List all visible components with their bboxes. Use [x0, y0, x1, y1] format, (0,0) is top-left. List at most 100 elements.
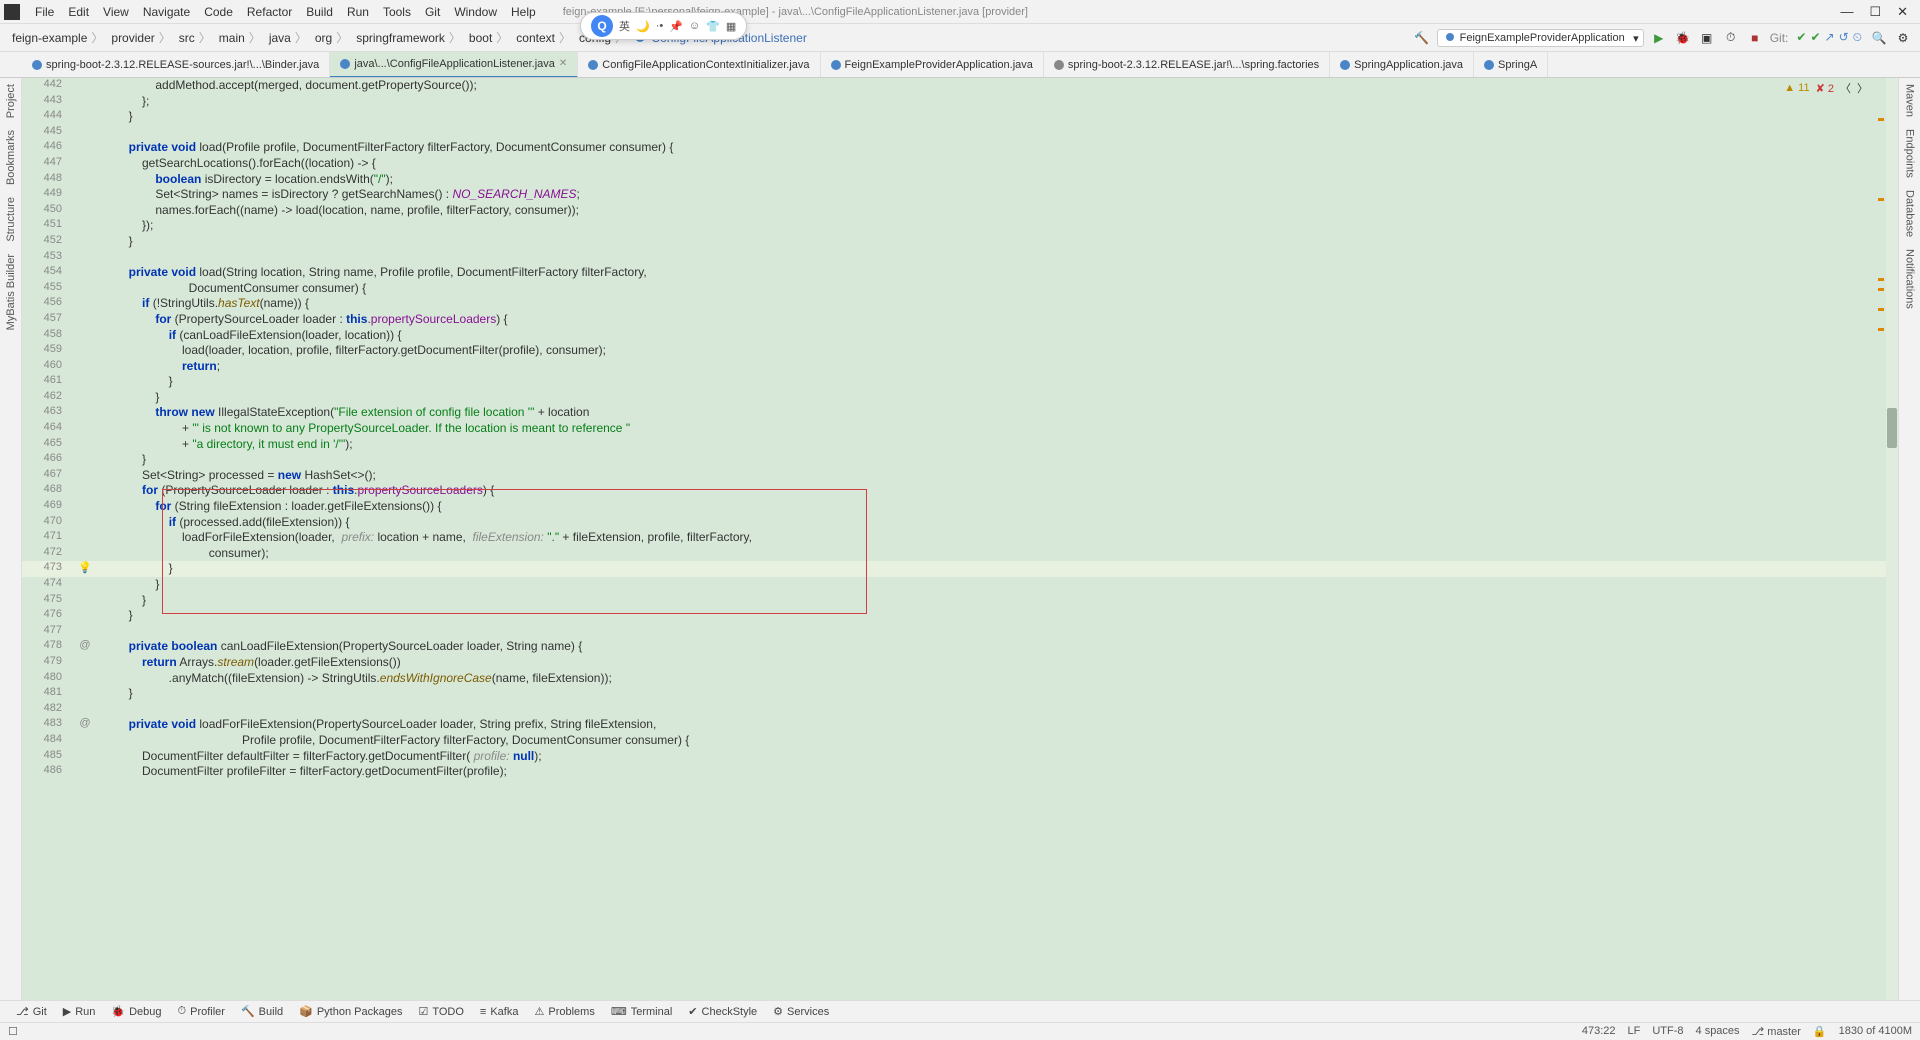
gutter-marker[interactable]	[76, 686, 94, 702]
code-line[interactable]: 450 names.forEach((name) -> load(locatio…	[22, 203, 1898, 219]
status-icon[interactable]: ☐	[8, 1025, 18, 1038]
code-text[interactable]	[94, 624, 1898, 640]
code-line[interactable]: 457 for (PropertySourceLoader loader : t…	[22, 312, 1898, 328]
memory-indicator[interactable]: 1830 of 4100M	[1839, 1025, 1912, 1038]
code-line[interactable]: 446 private void load(Profile profile, D…	[22, 140, 1898, 156]
bottom-tool-problems[interactable]: ⚠Problems	[526, 1005, 602, 1018]
gutter-marker[interactable]	[76, 421, 94, 437]
code-line[interactable]: 468 for (PropertySourceLoader loader : t…	[22, 483, 1898, 499]
menu-refactor[interactable]: Refactor	[240, 5, 299, 19]
bottom-tool-git[interactable]: ⎇Git	[8, 1005, 55, 1018]
code-line[interactable]: 466 }	[22, 452, 1898, 468]
maximize-button[interactable]: ☐	[1869, 4, 1881, 20]
code-text[interactable]: consumer);	[94, 546, 1898, 562]
minimize-button[interactable]: —	[1840, 4, 1853, 20]
code-line[interactable]: 474 }	[22, 577, 1898, 593]
editor-tab[interactable]: SpringA	[1474, 52, 1548, 78]
code-line[interactable]: 449 Set<String> names = isDirectory ? ge…	[22, 187, 1898, 203]
code-line[interactable]: 461 }	[22, 374, 1898, 390]
editor-tab[interactable]: FeignExampleProviderApplication.java	[821, 52, 1044, 78]
gutter-marker[interactable]	[76, 733, 94, 749]
breadcrumb-item[interactable]: provider	[107, 29, 174, 46]
code-editor[interactable]: ▲ 11 ✘ 2 〈〉 442 addMethod.accept(merged,…	[22, 78, 1898, 1000]
ime-lang[interactable]: 英	[619, 18, 630, 34]
code-line[interactable]: 454 private void load(String location, S…	[22, 265, 1898, 281]
profile-button[interactable]: ⏱	[1722, 29, 1740, 47]
gutter-marker[interactable]	[76, 405, 94, 421]
editor-tab[interactable]: spring-boot-2.3.12.RELEASE-sources.jar!\…	[22, 52, 330, 78]
code-text[interactable]: }	[94, 561, 1898, 577]
menu-help[interactable]: Help	[504, 5, 543, 19]
menu-build[interactable]: Build	[299, 5, 340, 19]
search-icon[interactable]: 🔍	[1870, 29, 1888, 47]
ime-pin-icon[interactable]: 📌	[669, 20, 683, 33]
code-text[interactable]: if (!StringUtils.hasText(name)) {	[94, 296, 1898, 312]
gutter-marker[interactable]	[76, 374, 94, 390]
gutter-marker[interactable]	[76, 764, 94, 780]
code-text[interactable]: for (String fileExtension : loader.getFi…	[94, 499, 1898, 515]
error-stripe[interactable]	[1878, 78, 1884, 1000]
gutter-marker[interactable]	[76, 452, 94, 468]
breadcrumb-item[interactable]: feign-example	[8, 29, 107, 46]
code-text[interactable]: }	[94, 452, 1898, 468]
code-line[interactable]: 475 }	[22, 593, 1898, 609]
code-line[interactable]: 476 }	[22, 608, 1898, 624]
stop-button[interactable]: ■	[1746, 29, 1764, 47]
menu-navigate[interactable]: Navigate	[136, 5, 197, 19]
bottom-tool-checkstyle[interactable]: ✔CheckStyle	[680, 1005, 765, 1018]
code-text[interactable]: + "' is not known to any PropertySourceL…	[94, 421, 1898, 437]
lock-icon[interactable]: 🔒	[1813, 1025, 1827, 1038]
gutter-marker[interactable]	[76, 343, 94, 359]
bottom-tool-debug[interactable]: 🐞Debug	[103, 1005, 169, 1018]
code-text[interactable]: DocumentFilter profileFilter = filterFac…	[94, 764, 1898, 780]
tool-window-structure[interactable]: Structure	[5, 191, 17, 248]
gutter-marker[interactable]	[76, 172, 94, 188]
breadcrumb-item[interactable]: main	[215, 29, 265, 46]
code-text[interactable]: + "a directory, it must end in '/'");	[94, 437, 1898, 453]
code-line[interactable]: 455 DocumentConsumer consumer) {	[22, 281, 1898, 297]
code-text[interactable]: .anyMatch((fileExtension) -> StringUtils…	[94, 671, 1898, 687]
tool-window-endpoints[interactable]: Endpoints	[1904, 123, 1916, 184]
editor-tab[interactable]: SpringApplication.java	[1330, 52, 1474, 78]
bottom-tool-terminal[interactable]: ⌨Terminal	[603, 1005, 680, 1018]
code-line[interactable]: 442 addMethod.accept(merged, document.ge…	[22, 78, 1898, 94]
code-line[interactable]: 463 throw new IllegalStateException("Fil…	[22, 405, 1898, 421]
menu-edit[interactable]: Edit	[61, 5, 96, 19]
code-line[interactable]: 477	[22, 624, 1898, 640]
gutter-marker[interactable]	[76, 78, 94, 94]
code-line[interactable]: 456 if (!StringUtils.hasText(name)) {	[22, 296, 1898, 312]
gutter-marker[interactable]	[76, 593, 94, 609]
bottom-tool-todo[interactable]: ☑TODO	[410, 1005, 471, 1018]
code-text[interactable]: }	[94, 374, 1898, 390]
code-line[interactable]: 485 DocumentFilter defaultFilter = filte…	[22, 749, 1898, 765]
gutter-marker[interactable]	[76, 468, 94, 484]
code-line[interactable]: 481 }	[22, 686, 1898, 702]
gutter-marker[interactable]	[76, 390, 94, 406]
code-line[interactable]: 464 + "' is not known to any PropertySou…	[22, 421, 1898, 437]
code-line[interactable]: 470 if (processed.add(fileExtension)) {	[22, 515, 1898, 531]
code-text[interactable]: addMethod.accept(merged, document.getPro…	[94, 78, 1898, 94]
code-text[interactable]: private boolean canLoadFileExtension(Pro…	[94, 639, 1898, 655]
code-text[interactable]: }	[94, 577, 1898, 593]
gutter-marker[interactable]	[76, 749, 94, 765]
code-line[interactable]: 479 return Arrays.stream(loader.getFileE…	[22, 655, 1898, 671]
code-text[interactable]: });	[94, 218, 1898, 234]
gutter-marker[interactable]	[76, 312, 94, 328]
code-text[interactable]: names.forEach((name) -> load(location, n…	[94, 203, 1898, 219]
gutter-marker[interactable]	[76, 608, 94, 624]
breadcrumb-item[interactable]: springframework	[352, 29, 465, 46]
gutter-marker[interactable]	[76, 546, 94, 562]
gutter-marker[interactable]: @	[76, 639, 94, 655]
gutter-marker[interactable]	[76, 702, 94, 718]
build-icon[interactable]: 🔨	[1413, 29, 1431, 47]
code-line[interactable]: 472 consumer);	[22, 546, 1898, 562]
git-actions[interactable]: ✔✔↗↺⏲	[1794, 30, 1864, 45]
ime-toolbar[interactable]: Q 英 🌙 ·• 📌 ☺ 👕 ▦	[580, 12, 747, 40]
code-line[interactable]: 445	[22, 125, 1898, 141]
code-line[interactable]: 484 Profile profile, DocumentFilterFacto…	[22, 733, 1898, 749]
line-separator[interactable]: LF	[1628, 1025, 1641, 1038]
ime-dots-icon[interactable]: ·•	[656, 20, 664, 32]
gutter-marker[interactable]	[76, 140, 94, 156]
gutter-marker[interactable]	[76, 203, 94, 219]
gutter-marker[interactable]	[76, 187, 94, 203]
